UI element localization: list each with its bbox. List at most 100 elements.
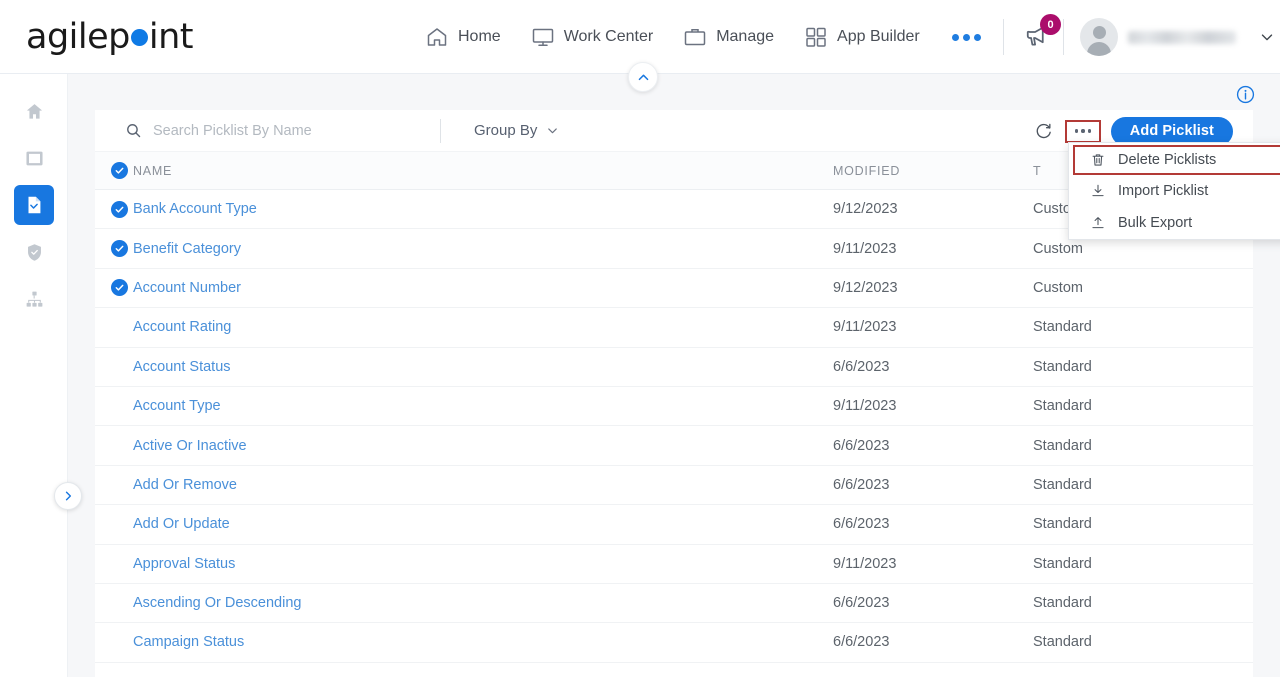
picklist-name-link[interactable]: Account Rating [133,319,231,335]
info-circle-icon[interactable] [1236,85,1255,104]
menu-item-import-picklist-label: Import Picklist [1118,183,1209,199]
sidebar-item-org-chart[interactable] [14,279,54,319]
table-row[interactable]: Campaign Status 6/6/2023 Standard [95,623,1253,663]
menu-item-import-picklist[interactable]: Import Picklist [1069,175,1280,207]
menu-item-delete-picklists[interactable]: Delete Picklists [1073,145,1280,175]
table-row[interactable]: Add Or Remove 6/6/2023 Standard [95,465,1253,506]
org-chart-icon [26,291,42,307]
chevron-down-icon [548,128,558,134]
briefcase-icon [683,25,707,49]
nav-item-home[interactable]: Home [425,25,501,49]
menu-item-bulk-export-label: Bulk Export [1118,215,1193,231]
picklist-type: Standard [1033,476,1092,493]
picklist-type: Standard [1033,555,1092,572]
modified-date: 6/6/2023 [833,476,890,493]
table-row[interactable]: Account Number 9/12/2023 Custom [95,268,1253,309]
modified-date: 9/11/2023 [833,240,897,257]
notifications-button[interactable]: 0 [1022,14,1061,56]
download-icon [1092,184,1104,197]
collapse-header-button[interactable] [628,62,658,92]
picklist-name-link[interactable]: Approval Status [133,556,235,572]
group-by-label: Group By [474,122,538,139]
chevron-down-icon [1261,34,1273,41]
nav-divider-right [1063,19,1064,55]
modified-date: 6/6/2023 [833,595,890,612]
checkbox-checked-icon [111,240,128,258]
user-menu[interactable] [1080,18,1276,56]
monitor-icon [25,151,43,165]
table-row[interactable]: Approval Status 9/11/2023 Standard [95,544,1253,584]
nav-item-manage[interactable]: Manage [683,25,774,49]
menu-item-bulk-export[interactable]: Bulk Export [1069,207,1280,239]
nav-item-work-center-label: Work Center [563,28,654,45]
agilepoint-logo[interactable]: agilep int [26,16,194,58]
refresh-icon [1036,123,1052,138]
ellipsis-dot-2 [1081,129,1085,133]
picklist-name-link[interactable]: Account Type [133,398,221,414]
avatar [1080,18,1118,56]
table-row[interactable]: Account Status 6/6/2023 Standard [95,347,1253,387]
row-checkbox[interactable] [95,240,133,258]
logo-dot-icon [130,28,148,46]
picklist-name-link[interactable]: Campaign Status [133,634,244,650]
trash-icon [1092,154,1104,166]
sidebar-item-home[interactable] [14,91,54,131]
picklist-name-link[interactable]: Active Or Inactive [133,438,247,454]
nav-item-app-builder-label: App Builder [837,28,920,45]
picklist-name-link[interactable]: Account Status [133,359,231,375]
select-all-checkbox[interactable] [95,162,133,179]
picklist-name-link[interactable]: Bank Account Type [133,201,257,217]
home-icon [425,25,449,49]
modified-date: 9/12/2023 [833,201,898,218]
toolbar-divider [440,118,441,143]
picklist-name-link[interactable]: Benefit Category [133,241,241,257]
picklist-type: Standard [1033,398,1092,415]
shield-check-icon [27,243,41,261]
picklist-name-link[interactable]: Ascending Or Descending [133,595,301,611]
ellipsis-dot-1 [1074,129,1079,133]
sidebar-item-security[interactable] [14,232,54,272]
app-root: agilep int Home Work Center Manage App B… [0,0,1280,677]
table-row[interactable]: Account Rating 9/11/2023 Standard [95,308,1253,348]
modified-date: 6/6/2023 [833,358,890,375]
modified-date: 6/6/2023 [833,437,890,454]
column-header-name[interactable]: NAME [133,164,833,178]
more-actions-button[interactable] [1064,119,1101,143]
table-row[interactable]: Account Type 9/11/2023 Standard [95,386,1253,427]
search-icon [127,124,141,138]
more-dot-1 [951,33,959,41]
picklist-type: Custom [1033,240,1083,257]
nav-more-button[interactable] [950,26,983,49]
user-name-label [1128,30,1236,44]
modified-date: 9/11/2023 [833,398,897,415]
picklist-type: Standard [1033,634,1092,651]
main-content-area: Group By [68,62,1280,677]
row-checkbox[interactable] [95,200,133,218]
picklist-panel: Group By [95,110,1280,677]
nav-item-app-builder[interactable]: App Builder [804,25,920,49]
refresh-button[interactable] [1029,116,1059,146]
modified-date: 6/6/2023 [833,634,890,651]
sidebar-item-work-center[interactable] [14,138,54,178]
table-row[interactable]: Active Or Inactive 6/6/2023 Standard [95,426,1253,466]
checkbox-checked-icon [111,162,128,179]
picklist-name-link[interactable]: Account Number [133,280,241,296]
nav-item-work-center[interactable]: Work Center [531,25,654,49]
picklist-name-link[interactable]: Add Or Remove [133,477,237,493]
sidebar-item-picklists[interactable] [14,185,54,225]
group-by-dropdown[interactable]: Group By [474,122,560,139]
table-row[interactable]: Ascending Or Descending 6/6/2023 Standard [95,583,1253,624]
ellipsis-dot-3 [1087,129,1092,133]
checkbox-checked-icon [111,279,128,297]
table-row[interactable]: Add Or Update 6/6/2023 Standard [95,505,1253,545]
column-header-modified[interactable]: MODIFIED [833,164,1033,178]
search-input[interactable] [153,122,423,139]
document-icon [28,196,41,214]
picklist-name-link[interactable]: Add Or Update [133,516,230,532]
sidebar-expand-button[interactable] [54,482,82,510]
row-checkbox[interactable] [95,279,133,297]
nav-item-manage-label: Manage [716,28,775,45]
left-sidebar-rail [0,74,82,677]
notification-count-badge: 0 [1040,14,1061,35]
search-container [95,122,440,139]
